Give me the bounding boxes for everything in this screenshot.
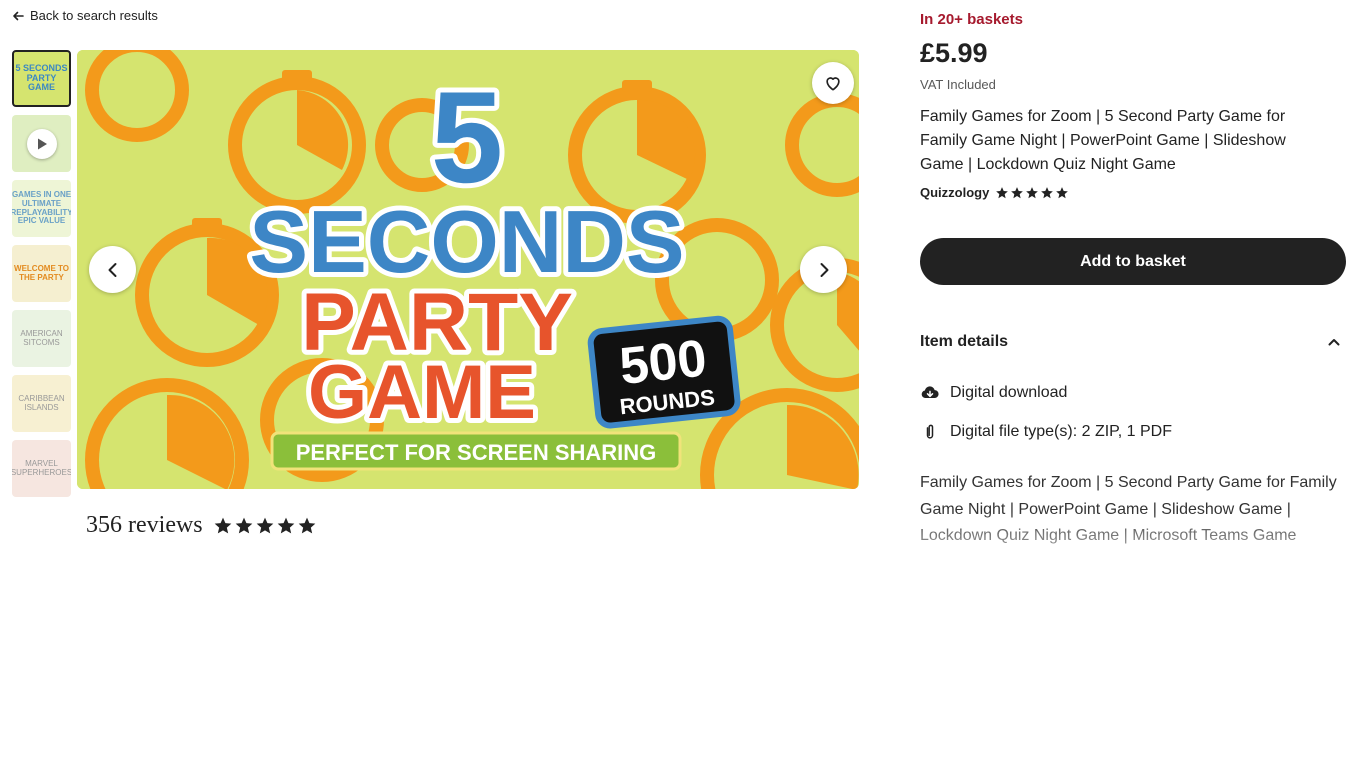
thumbnail-label: AMERICAN SITCOMS bbox=[20, 328, 63, 347]
shop-rating-stars bbox=[995, 186, 1069, 200]
star-icon bbox=[1041, 186, 1054, 198]
thumbnail-5[interactable]: AMERICAN SITCOMS bbox=[12, 310, 71, 367]
detail-digital-download: Digital download bbox=[920, 383, 1067, 403]
product-description: Family Games for Zoom | 5 Second Party G… bbox=[920, 474, 1337, 544]
chevron-right-icon bbox=[820, 262, 828, 277]
arrow-left-icon bbox=[13, 11, 24, 20]
thumbnail-6[interactable]: CARIBBEAN ISLANDS bbox=[12, 375, 71, 432]
detail-text: Digital download bbox=[950, 384, 1068, 401]
product-hero-image[interactable]: 5 SECONDS PARTY GAME 500 ROUNDS PERFECT … bbox=[77, 50, 859, 489]
thumbnail-4[interactable]: WELCOME TO THE PARTY bbox=[12, 245, 71, 302]
reviews-summary[interactable]: 356 reviews bbox=[86, 512, 317, 539]
thumbnail-video[interactable] bbox=[12, 115, 71, 172]
next-image-button[interactable] bbox=[800, 246, 847, 293]
hero-title-5: 5 bbox=[431, 64, 503, 210]
play-icon bbox=[26, 128, 57, 159]
thumbnail-label: MARVEL SUPERHEROES bbox=[12, 458, 71, 477]
review-stars bbox=[213, 516, 317, 536]
cloud-download-icon bbox=[921, 386, 939, 399]
vat-note: VAT Included bbox=[920, 77, 996, 92]
star-icon bbox=[1056, 186, 1069, 198]
favorite-button[interactable] bbox=[812, 62, 854, 104]
star-icon bbox=[1011, 186, 1024, 198]
back-to-search-link[interactable]: Back to search results bbox=[12, 8, 158, 23]
star-icon bbox=[214, 517, 231, 533]
thumbnail-strip: 5 SECONDS PARTY GAME GAMES IN ONE ULTIMA… bbox=[12, 50, 72, 505]
hero-title-game: GAME bbox=[308, 350, 536, 435]
product-price: £5.99 bbox=[920, 38, 988, 68]
thumbnail-label: WELCOME TO THE PARTY bbox=[14, 263, 69, 282]
star-icon bbox=[298, 517, 315, 533]
item-details-heading: Item details bbox=[920, 333, 1009, 350]
previous-image-button[interactable] bbox=[89, 246, 136, 293]
thumbnail-3[interactable]: GAMES IN ONE ULTIMATE REPLAYABILITY EPIC… bbox=[12, 180, 71, 237]
star-icon bbox=[256, 517, 273, 533]
item-details-toggle[interactable]: Item details bbox=[920, 333, 1346, 351]
thumbnail-1[interactable]: 5 SECONDS PARTY GAME bbox=[12, 50, 71, 107]
hero-artwork: 5 SECONDS PARTY GAME 500 ROUNDS PERFECT … bbox=[77, 50, 859, 489]
basket-count-badge: In 20+ baskets bbox=[920, 11, 1023, 28]
paperclip-icon bbox=[926, 424, 934, 439]
thumbnail-label: CARIBBEAN ISLANDS bbox=[18, 393, 65, 412]
hero-banner-text: PERFECT FOR SCREEN SHARING bbox=[296, 440, 657, 465]
detail-text: Digital file type(s): 2 ZIP, 1 PDF bbox=[950, 423, 1172, 440]
star-icon bbox=[277, 517, 294, 533]
shop-info: Quizzology bbox=[920, 185, 1069, 200]
star-icon bbox=[235, 517, 252, 533]
reviews-count: 356 reviews bbox=[86, 512, 203, 538]
star-icon bbox=[1026, 186, 1039, 198]
thumbnail-label: GAMES IN ONE ULTIMATE REPLAYABILITY EPIC… bbox=[12, 189, 71, 226]
add-to-basket-button[interactable]: Add to basket bbox=[920, 238, 1346, 285]
thumbnail-label: 5 SECONDS PARTY GAME bbox=[15, 62, 68, 93]
star-icon bbox=[996, 186, 1009, 198]
heart-icon bbox=[826, 77, 840, 91]
thumbnail-7[interactable]: MARVEL SUPERHEROES bbox=[12, 440, 71, 497]
back-link-label: Back to search results bbox=[30, 8, 158, 23]
shop-name-link[interactable]: Quizzology bbox=[920, 185, 989, 200]
product-title: Family Games for Zoom | 5 Second Party G… bbox=[920, 108, 1286, 173]
chevron-left-icon bbox=[108, 262, 116, 277]
detail-file-types: Digital file type(s): 2 ZIP, 1 PDF bbox=[920, 422, 1172, 442]
chevron-up-icon bbox=[1328, 339, 1340, 346]
